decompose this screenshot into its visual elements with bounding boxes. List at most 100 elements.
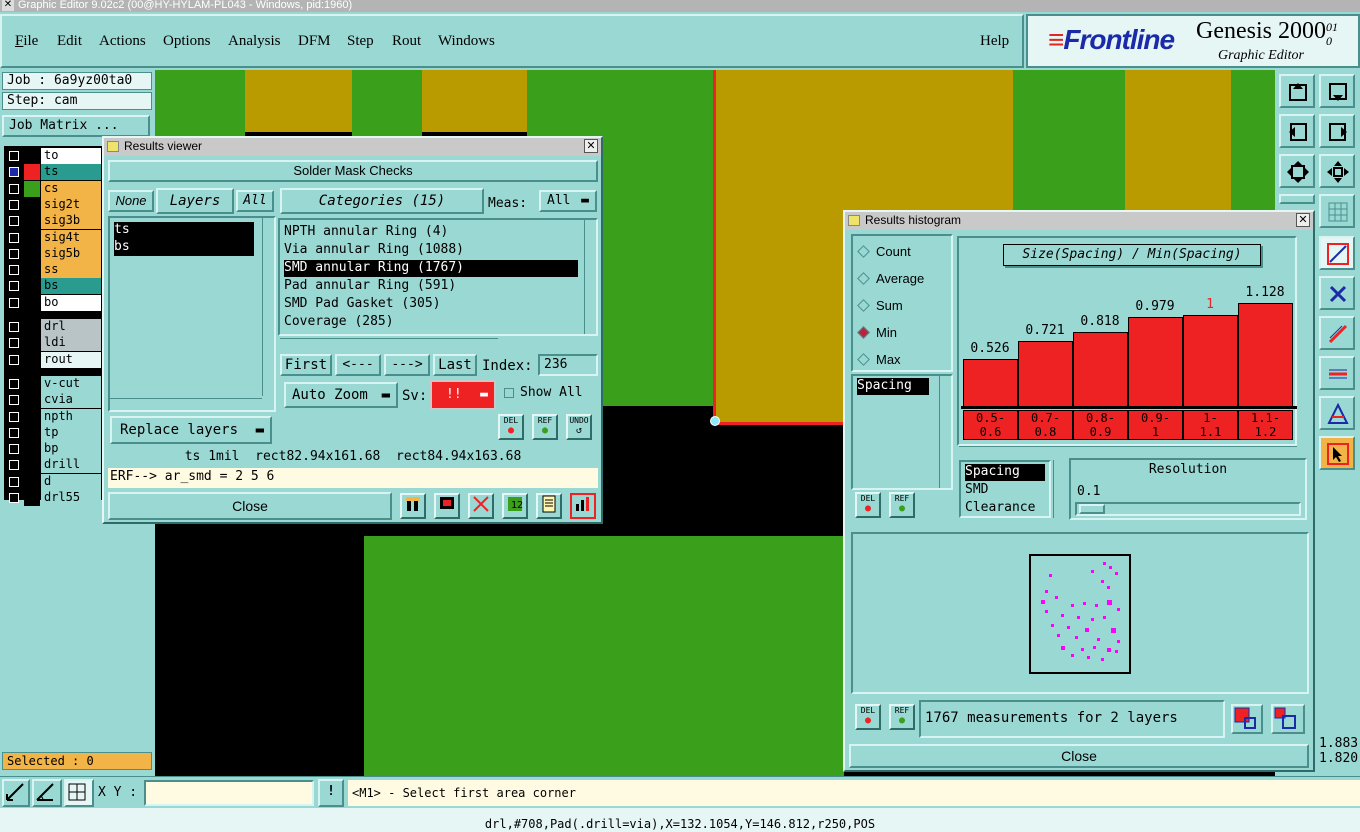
- grid-button[interactable]: [1319, 194, 1355, 228]
- compare-button[interactable]: 12: [502, 493, 528, 519]
- list-item[interactable]: Spacing: [857, 378, 929, 395]
- average-radio[interactable]: Average: [857, 271, 924, 286]
- max-radio[interactable]: Max: [857, 352, 901, 367]
- list-item[interactable]: ts: [114, 222, 254, 239]
- menu-step[interactable]: Step: [347, 33, 374, 50]
- layer-checkbox[interactable]: [9, 427, 19, 438]
- sum-radio[interactable]: Sum: [857, 298, 903, 313]
- grid-snap-button[interactable]: [64, 779, 94, 807]
- vertical-scrollbar[interactable]: [1053, 460, 1065, 518]
- layer-checkbox[interactable]: [9, 167, 19, 178]
- layer-checkbox[interactable]: [9, 281, 19, 292]
- histogram-button[interactable]: [570, 493, 596, 519]
- alert-button[interactable]: !: [318, 779, 344, 807]
- layer-checkbox[interactable]: [9, 476, 19, 487]
- close-icon[interactable]: ✕: [584, 139, 598, 153]
- list-item[interactable]: Coverage (285): [284, 314, 394, 331]
- diagonal-tool-button[interactable]: [1319, 316, 1355, 350]
- layer-checkbox[interactable]: [9, 338, 19, 349]
- histogram-bar[interactable]: [963, 359, 1018, 408]
- list-item[interactable]: NPTH annular Ring (4): [284, 224, 448, 241]
- close-icon[interactable]: ✕: [1296, 213, 1310, 227]
- menu-edit[interactable]: Edit: [57, 33, 82, 50]
- menu-file[interactable]: File: [15, 33, 38, 50]
- zoom-up-button[interactable]: [1279, 74, 1315, 108]
- histogram-ref-button[interactable]: REF ●: [889, 492, 915, 518]
- none-button[interactable]: None: [108, 190, 154, 212]
- xy-input[interactable]: [144, 780, 314, 806]
- menu-help[interactable]: Help: [980, 33, 1009, 50]
- vertical-scrollbar[interactable]: [584, 220, 596, 334]
- layer-checkbox[interactable]: [9, 248, 19, 259]
- list-item[interactable]: bs: [114, 239, 254, 256]
- histogram-bar[interactable]: [1018, 341, 1073, 408]
- count-radio[interactable]: Count: [857, 244, 911, 259]
- histogram-bar[interactable]: [1238, 303, 1293, 408]
- list-item[interactable]: Via annular Ring (1088): [284, 242, 464, 259]
- pan-left-button[interactable]: [1279, 114, 1315, 148]
- notes-button[interactable]: [536, 493, 562, 519]
- list-item[interactable]: SMD: [965, 482, 988, 499]
- layer-checkbox[interactable]: [9, 354, 19, 365]
- del-button[interactable]: DEL ●: [498, 414, 524, 440]
- layer-checkbox[interactable]: [9, 411, 19, 422]
- ref-button[interactable]: REF ●: [532, 414, 558, 440]
- layer-checkbox[interactable]: [9, 297, 19, 308]
- list-item[interactable]: Pad annular Ring (591): [284, 278, 456, 295]
- horizontal-scrollbar[interactable]: [110, 398, 262, 410]
- report-button[interactable]: [434, 493, 460, 519]
- menu-rout[interactable]: Rout: [392, 33, 421, 50]
- undo-button[interactable]: UNDO ↺: [566, 414, 592, 440]
- layer-checkbox[interactable]: [9, 232, 19, 243]
- menu-options[interactable]: Options: [163, 33, 211, 50]
- map-ref-button[interactable]: REF ●: [889, 704, 915, 730]
- menu-dfm[interactable]: DFM: [298, 33, 331, 50]
- select-tool-button[interactable]: [1319, 436, 1355, 470]
- layer-checkbox[interactable]: [9, 444, 19, 455]
- job-matrix-button[interactable]: Job Matrix ...: [2, 115, 150, 137]
- snap-button[interactable]: [2, 779, 30, 807]
- zoom-selection-button[interactable]: [1231, 704, 1263, 734]
- histogram-bar[interactable]: [1183, 315, 1238, 408]
- pan-down-button[interactable]: [1319, 74, 1355, 108]
- cross-tool-button[interactable]: [1319, 276, 1355, 310]
- menu-actions[interactable]: Actions: [99, 33, 146, 50]
- layer-checkbox[interactable]: [9, 216, 19, 227]
- histogram-bar[interactable]: [1128, 317, 1183, 408]
- layers-button[interactable]: Layers: [156, 188, 234, 214]
- list-item[interactable]: Spacing: [965, 464, 1045, 481]
- chart-scrollbar[interactable]: [959, 446, 1297, 458]
- pan-right-button[interactable]: [1319, 114, 1355, 148]
- list-item[interactable]: Clearance: [965, 500, 1035, 517]
- all-button[interactable]: All: [236, 190, 274, 212]
- results-viewer-close-button[interactable]: Close: [108, 492, 392, 520]
- slider-thumb[interactable]: [1079, 504, 1105, 514]
- index-field[interactable]: 236: [538, 354, 598, 376]
- last-button[interactable]: Last: [433, 354, 477, 376]
- layer-checkbox[interactable]: [9, 395, 19, 406]
- layer-checkbox[interactable]: [9, 493, 19, 503]
- layer-checkbox[interactable]: [9, 460, 19, 471]
- horizontal-scrollbar[interactable]: [280, 338, 498, 350]
- first-button[interactable]: First: [280, 354, 332, 376]
- vertical-scrollbar[interactable]: [262, 218, 274, 396]
- histogram-del-button[interactable]: DEL ●: [855, 492, 881, 518]
- histogram-close-button[interactable]: Close: [849, 744, 1309, 768]
- layer-view-button[interactable]: [400, 493, 426, 519]
- menu-analysis[interactable]: Analysis: [228, 33, 281, 50]
- list-item[interactable]: SMD annular Ring (1767): [284, 260, 578, 277]
- menu-windows[interactable]: Windows: [438, 33, 495, 50]
- auto-zoom-select[interactable]: Auto Zoom ▬: [284, 382, 398, 408]
- layer-checkbox[interactable]: [9, 199, 19, 210]
- histogram-bar[interactable]: [1073, 332, 1128, 408]
- layer-checkbox[interactable]: [9, 183, 19, 194]
- resolution-slider[interactable]: [1075, 502, 1301, 516]
- map-del-button[interactable]: DEL ●: [855, 704, 881, 730]
- meas-select[interactable]: All ▬: [539, 190, 597, 212]
- horizontal-tool-button[interactable]: [1319, 356, 1355, 390]
- categories-button[interactable]: Categories (15): [280, 188, 484, 214]
- next-button[interactable]: --->: [384, 354, 430, 376]
- line-tool-button[interactable]: [1319, 236, 1355, 270]
- layer-checkbox[interactable]: [9, 265, 19, 276]
- triangle-tool-button[interactable]: [1319, 396, 1355, 430]
